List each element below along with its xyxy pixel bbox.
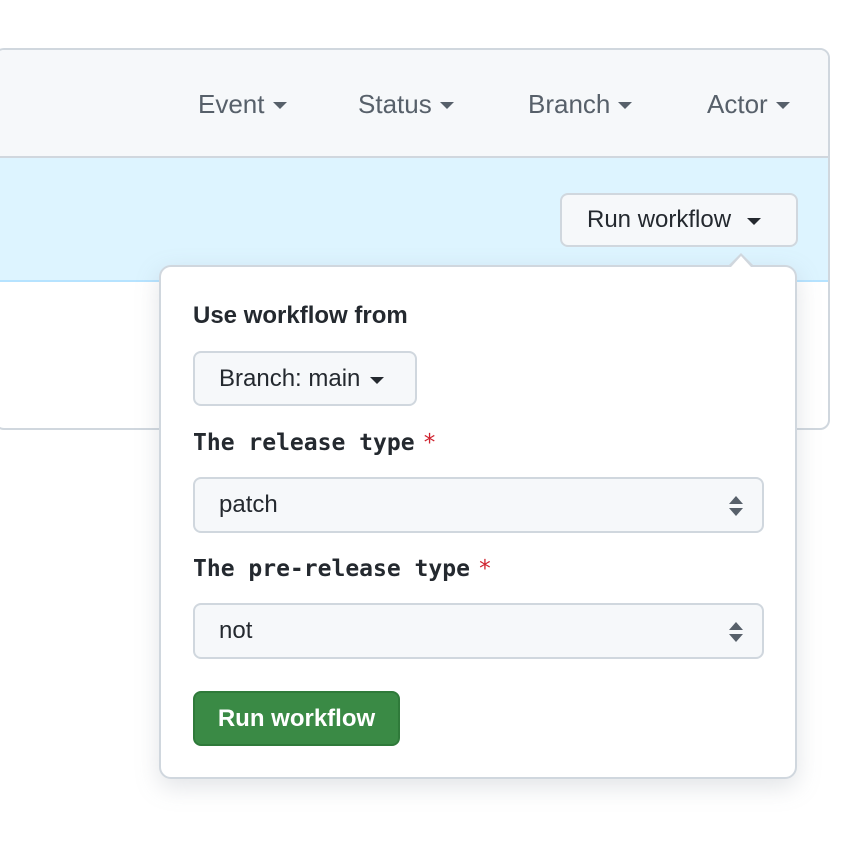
caret-down-icon bbox=[272, 102, 287, 109]
use-workflow-from-label: Use workflow from bbox=[193, 302, 408, 329]
prerelease-type-value: not bbox=[219, 617, 253, 644]
actor-filter-label: Actor bbox=[707, 89, 768, 119]
run-workflow-dropdown-label: Run workflow bbox=[587, 206, 732, 233]
caret-down-icon bbox=[747, 218, 762, 225]
release-type-label-text: The release type bbox=[193, 430, 415, 456]
caret-down-icon bbox=[370, 376, 385, 384]
caret-down-icon bbox=[439, 102, 454, 109]
up-down-arrows-icon bbox=[729, 622, 743, 642]
run-workflow-submit-label: Run workflow bbox=[217, 704, 376, 732]
required-marker: * bbox=[477, 556, 492, 582]
actor-filter[interactable]: Actor bbox=[707, 88, 790, 120]
up-down-arrows-icon bbox=[729, 496, 743, 516]
branch-select-button[interactable]: Branch: main bbox=[193, 351, 417, 406]
required-marker: * bbox=[422, 430, 437, 456]
prerelease-type-select[interactable]: not bbox=[193, 603, 764, 659]
caret-down-icon bbox=[618, 102, 633, 109]
filters-header: Event Status Branch Actor bbox=[0, 50, 828, 158]
popover-arrow-fill bbox=[731, 256, 751, 267]
run-workflow-dropdown-button[interactable]: Run workflow bbox=[560, 193, 798, 247]
branch-select-label: Branch: main bbox=[219, 364, 361, 392]
status-filter-label: Status bbox=[358, 89, 432, 119]
prerelease-type-label: The pre-release type * bbox=[193, 556, 492, 582]
event-filter-label: Event bbox=[198, 89, 265, 119]
run-workflow-submit-button[interactable]: Run workflow bbox=[193, 691, 400, 746]
release-type-value: patch bbox=[219, 491, 278, 518]
release-type-label: The release type * bbox=[193, 430, 436, 456]
branch-filter[interactable]: Branch bbox=[528, 88, 633, 120]
prerelease-type-label-text: The pre-release type bbox=[193, 556, 470, 582]
status-filter[interactable]: Status bbox=[358, 88, 454, 120]
workflow-runs-panel: Event Status Branch Actor Run workflow U… bbox=[0, 0, 866, 864]
caret-down-icon bbox=[775, 102, 790, 109]
release-type-select[interactable]: patch bbox=[193, 477, 764, 533]
event-filter[interactable]: Event bbox=[198, 88, 287, 120]
branch-filter-label: Branch bbox=[528, 89, 611, 119]
